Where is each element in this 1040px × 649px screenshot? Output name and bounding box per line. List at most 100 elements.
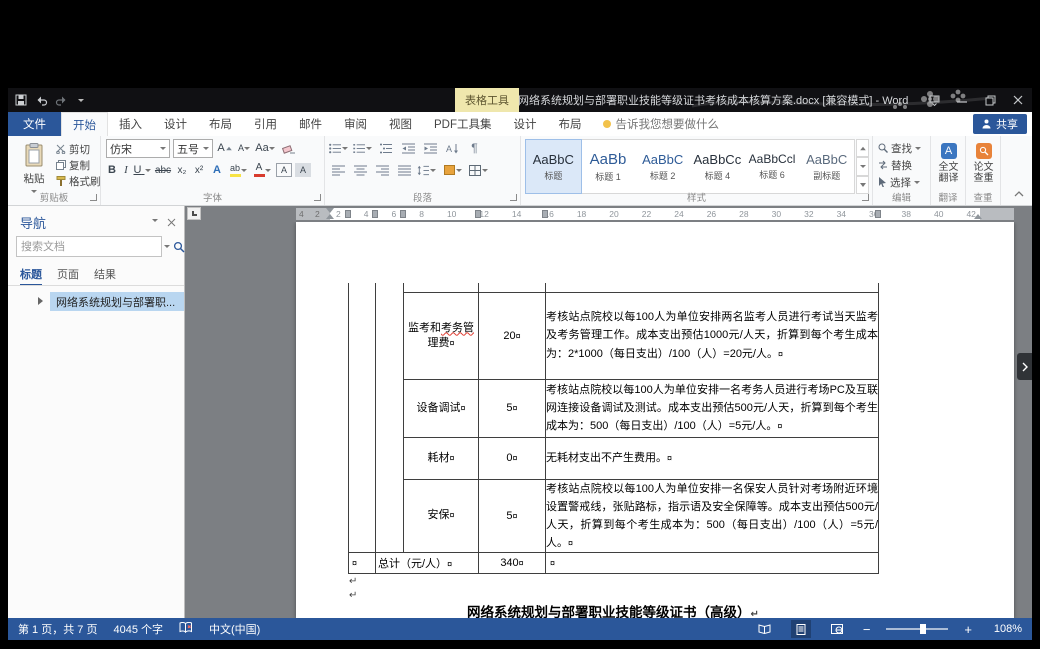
paste-button[interactable]: 粘贴: [15, 140, 53, 195]
ribbon-display-options-button[interactable]: [920, 88, 948, 112]
document-heading[interactable]: 网络系统规划与部署职业技能等级证书（高级）↵: [348, 601, 878, 618]
style-item[interactable]: AaBbC标题 2: [635, 140, 690, 193]
zoom-in-button[interactable]: +: [964, 622, 972, 637]
line-spacing-button[interactable]: [417, 161, 436, 179]
full-text-translate-button[interactable]: A 全文翻译: [932, 140, 965, 192]
shading-button[interactable]: [443, 161, 462, 179]
item-value-cell[interactable]: 5¤: [479, 379, 546, 437]
sort-button[interactable]: A: [443, 139, 462, 157]
zoom-level[interactable]: 108%: [988, 623, 1022, 635]
hanging-indent-marker[interactable]: [326, 214, 334, 219]
clipboard-dialog-launcher-icon[interactable]: [90, 194, 97, 201]
nav-item-expand-icon[interactable]: [38, 297, 43, 305]
read-mode-button[interactable]: [755, 620, 775, 638]
item-desc-cell[interactable]: 无耗材支出不产生费用。¤: [546, 437, 879, 479]
borders-button[interactable]: [469, 161, 488, 179]
gallery-scroll-up-button[interactable]: [856, 139, 869, 157]
numbering-button[interactable]: [353, 139, 372, 157]
align-left-button[interactable]: [329, 161, 348, 179]
item-name-cell[interactable]: 耗材¤: [404, 437, 479, 479]
item-name-cell[interactable]: 监考和考务管理费¤: [404, 292, 479, 379]
document-page[interactable]: 监考和考务管理费¤ 20¤ 考核站点院校以每100人为单位安排两名监考人员进行考…: [296, 222, 1014, 618]
find-button[interactable]: 查找: [876, 140, 923, 156]
underline-button[interactable]: U: [133, 161, 151, 179]
format-painter-button[interactable]: 格式刷: [54, 173, 103, 189]
undo-button[interactable]: [32, 91, 50, 109]
copy-button[interactable]: 复制: [54, 157, 103, 173]
repeat-button[interactable]: [52, 91, 70, 109]
justify-button[interactable]: [395, 161, 414, 179]
decrease-indent-button[interactable]: [399, 139, 418, 157]
style-item[interactable]: AaBbCcl标题 6: [745, 140, 800, 193]
word-count[interactable]: 4045 个字: [113, 621, 163, 637]
zoom-slider-thumb[interactable]: [920, 624, 926, 634]
gallery-scroll-down-button[interactable]: [856, 157, 869, 175]
superscript-button[interactable]: x²: [191, 161, 207, 179]
table-column-marker[interactable]: [475, 210, 481, 218]
item-value-cell[interactable]: 20¤: [479, 292, 546, 379]
subscript-button[interactable]: x₂: [174, 161, 190, 179]
change-case-button[interactable]: Aa: [254, 139, 276, 157]
character-shading-button[interactable]: A: [295, 163, 311, 177]
zoom-slider[interactable]: [886, 628, 948, 630]
nav-heading-item[interactable]: 网络系统规划与部署职...: [50, 292, 184, 311]
tab-design[interactable]: 设计: [153, 112, 198, 136]
highlight-color-button[interactable]: ab: [227, 161, 249, 179]
bold-button[interactable]: B: [105, 161, 119, 179]
character-border-button[interactable]: A: [276, 163, 292, 177]
font-family-combo[interactable]: 仿宋: [106, 139, 170, 158]
nav-tab-headings[interactable]: 标题: [20, 266, 42, 286]
zoom-out-button[interactable]: −: [863, 622, 871, 637]
tab-stop-selector[interactable]: [187, 207, 201, 220]
align-right-button[interactable]: [373, 161, 392, 179]
tab-file[interactable]: 文件: [8, 112, 61, 136]
tab-review[interactable]: 审阅: [333, 112, 378, 136]
tab-layout[interactable]: 布局: [198, 112, 243, 136]
search-icon[interactable]: [173, 241, 185, 253]
qat-customize-arrow-icon[interactable]: [72, 91, 90, 109]
search-input[interactable]: [16, 236, 162, 257]
align-center-button[interactable]: [351, 161, 370, 179]
tab-insert[interactable]: 插入: [108, 112, 153, 136]
text-effects-button[interactable]: A: [209, 161, 225, 179]
total-value-cell[interactable]: 340¤: [479, 553, 546, 574]
select-button[interactable]: 选择: [876, 174, 922, 190]
table-column-marker[interactable]: [875, 210, 881, 218]
item-name-cell[interactable]: 设备调试¤: [404, 379, 479, 437]
save-button[interactable]: [12, 91, 30, 109]
minimize-button[interactable]: [948, 88, 976, 112]
tab-pdf-tools[interactable]: PDF工具集: [423, 112, 503, 136]
tab-references[interactable]: 引用: [243, 112, 288, 136]
item-desc-cell[interactable]: 考核站点院校以每100人为单位安排一名考务人员进行考场PC及互联网连接设备调试及…: [546, 379, 879, 437]
right-indent-marker[interactable]: [974, 214, 982, 219]
search-dropdown-icon[interactable]: [164, 245, 170, 248]
increase-indent-button[interactable]: [421, 139, 440, 157]
font-dialog-launcher-icon[interactable]: [314, 194, 321, 201]
merged-cell[interactable]: [349, 283, 376, 553]
tab-home[interactable]: 开始: [61, 112, 108, 136]
cut-button[interactable]: 剪切: [54, 141, 103, 157]
style-item[interactable]: AaBbC副标题: [799, 140, 854, 193]
tab-mailings[interactable]: 邮件: [288, 112, 333, 136]
paper-check-button[interactable]: 论文查重: [967, 140, 1000, 192]
grow-font-button[interactable]: A: [216, 139, 234, 157]
italic-button[interactable]: I: [120, 161, 132, 179]
nav-tab-pages[interactable]: 页面: [57, 266, 79, 286]
print-layout-button[interactable]: [791, 620, 811, 638]
tab-view[interactable]: 视图: [378, 112, 423, 136]
item-value-cell[interactable]: 5¤: [479, 479, 546, 553]
item-desc-cell[interactable]: 考核站点院校以每100人为单位安排两名监考人员进行考试当天监考及考务管理工作。成…: [546, 292, 879, 379]
table-column-marker[interactable]: [372, 210, 378, 218]
nav-close-icon[interactable]: [167, 214, 176, 232]
font-color-button[interactable]: A: [251, 161, 273, 179]
language-indicator[interactable]: 中文(中国): [209, 621, 260, 637]
first-line-indent-marker[interactable]: [326, 208, 334, 213]
bullets-button[interactable]: [329, 139, 348, 157]
style-item[interactable]: AaBbCc标题 4: [690, 140, 745, 193]
proofing-status-icon[interactable]: [179, 622, 193, 636]
clear-formatting-button[interactable]: [278, 139, 298, 157]
right-edge-expand-arrow[interactable]: [1017, 353, 1032, 380]
font-size-combo[interactable]: 五号: [173, 139, 213, 158]
style-item[interactable]: AaBbC标题: [526, 140, 581, 193]
item-name-cell[interactable]: 安保¤: [404, 479, 479, 553]
